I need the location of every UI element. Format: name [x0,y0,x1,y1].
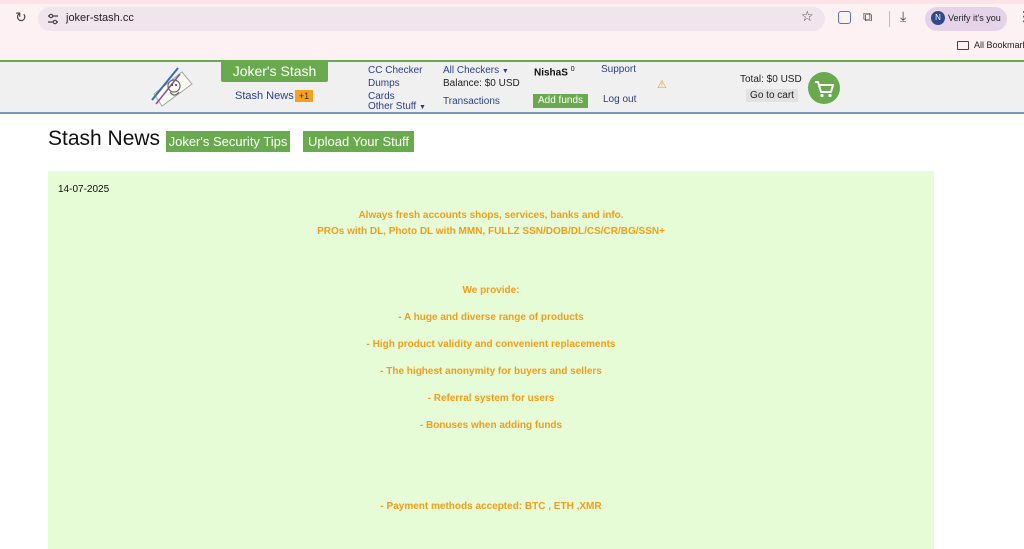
puzzle-icon[interactable]: ⧉ [863,10,878,25]
toolbar-separator [889,11,890,27]
nav-other-stuff-label: Other Stuff [368,101,417,112]
news-line: PROs with DL, Photo DL with MMN, FULLZ S… [317,226,665,237]
add-funds-button[interactable]: Add funds [533,94,588,108]
upload-stuff-button[interactable]: Upload Your Stuff [303,131,414,152]
address-bar[interactable] [38,7,825,31]
stash-news-link[interactable]: Stash News [235,90,294,102]
folder-icon[interactable] [957,41,969,50]
news-line: - High product validity and convenient r… [366,339,616,350]
warning-icon[interactable]: ⚠ [657,78,667,91]
nav-cc-checker[interactable]: CC Checker [368,65,422,76]
news-date: 14-07-2025 [58,184,110,195]
bookmarks-bar [0,38,1024,60]
page-title: Stash News [48,127,161,150]
nav-all-checkers[interactable]: All Checkers ▼ [443,65,509,76]
nav-log-out[interactable]: Log out [603,94,636,105]
news-line: We provide: [462,285,520,296]
chevron-down-icon: ▼ [501,68,509,75]
cart-button[interactable] [808,72,840,104]
nav-other-stuff[interactable]: Other Stuff ▼ [368,101,426,112]
cart-total: Total: $0 USD [740,74,802,85]
news-line: - A huge and diverse range of products [398,312,584,323]
balance-text: Balance: $0 USD [443,78,520,89]
chevron-down-icon: ▼ [418,104,426,111]
news-line: Always fresh accounts shops, services, b… [358,210,624,221]
news-line: - Bonuses when adding funds [419,420,563,431]
site-brand[interactable]: Joker's Stash [221,61,328,82]
nav-all-checkers-label: All Checkers [443,65,500,76]
tab-strip-edge [0,0,1024,4]
username[interactable]: NishaS 0 [534,66,575,78]
nav-dumps[interactable]: Dumps [368,78,400,89]
nav-transactions[interactable]: Transactions [443,96,500,107]
go-to-cart-button[interactable]: Go to cart [746,89,798,102]
avatar[interactable]: N [931,11,945,25]
news-line: - Referral system for users [427,393,555,404]
kebab-menu-icon[interactable]: ⋮ [1017,9,1024,25]
news-line: - The highest anonymity for buyers and s… [380,366,602,377]
profile-label[interactable]: Verify it's you [948,13,1001,23]
joker-logo[interactable] [148,64,196,110]
all-bookmarks-link[interactable]: All Bookmarks [974,40,1024,50]
nav-support[interactable]: Support [601,64,636,75]
site-info-icon[interactable] [46,12,60,26]
news-line: - Payment methods accepted: BTC , ETH ,X… [380,501,602,512]
download-icon[interactable]: ⤓ [900,9,906,25]
extension-icon[interactable] [838,11,851,24]
url-text[interactable]: joker-stash.cc [66,12,134,24]
reload-icon[interactable]: ↻ [13,10,29,26]
username-label: NishaS [534,67,568,79]
user-count: 0 [570,66,575,73]
security-tips-button[interactable]: Joker's Security Tips [166,131,290,152]
cart-icon [815,81,834,98]
news-count-badge: +1 [295,90,313,102]
star-icon[interactable]: ☆ [801,9,814,25]
